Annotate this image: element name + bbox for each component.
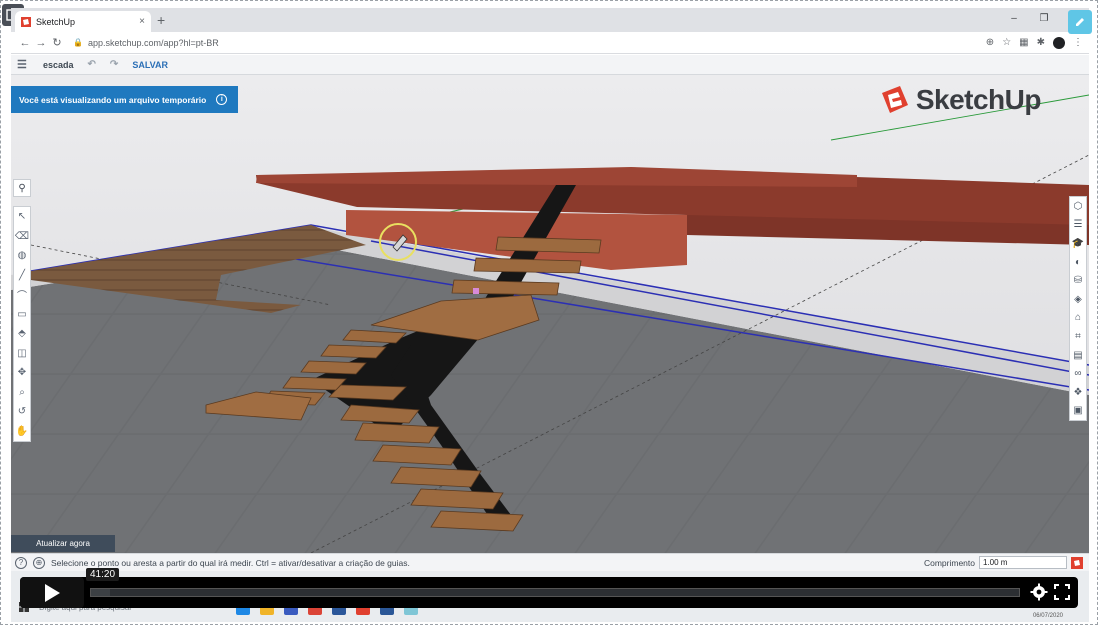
minimize-button[interactable]: – (999, 8, 1029, 32)
status-bar: ? ⊕ Selecione o ponto ou aresta a partir… (11, 553, 1089, 571)
arc-tool-icon[interactable]: ⌒ (14, 285, 30, 305)
entity-info-icon[interactable]: ⬡ (1070, 197, 1086, 216)
left-toolbar: ↖ ⌫ ◍ ╱ ⌒ ▭ ⬘ ◫ ✥ ⌕ ↺ ✋ (13, 206, 31, 442)
puzzle-icon[interactable]: ✱ (1037, 37, 1045, 48)
settings-gear-icon[interactable] (1030, 583, 1048, 601)
maximize-button[interactable]: ❐ (1029, 8, 1059, 32)
tab-bar: SketchUp × + – ❐ ✕ (11, 8, 1089, 32)
staircase-model[interactable] (11, 75, 1089, 553)
select-tool-icon[interactable]: ↖ (14, 207, 30, 227)
3d-viewport[interactable]: Você está visualizando um arquivo tempor… (11, 75, 1089, 553)
video-progress-bar[interactable] (90, 588, 1020, 597)
video-progress-fill (91, 589, 110, 596)
brand-name: SketchUp (915, 84, 1042, 115)
tape-measure-tool-icon[interactable]: ⌕ (14, 383, 30, 403)
back-icon[interactable]: ← (17, 37, 33, 49)
components-icon[interactable]: 🎓 (1070, 234, 1086, 253)
location-icon[interactable]: ⊕ (986, 37, 994, 48)
styles-icon[interactable]: ⛁ (1070, 271, 1086, 290)
eraser-tool-icon[interactable]: ⌫ (14, 227, 30, 247)
temporary-file-message: Você está visualizando um arquivo tempor… (19, 94, 207, 105)
instructor-icon[interactable]: ☰ (1070, 216, 1086, 235)
extension-icon[interactable]: ▦ (1019, 37, 1028, 48)
star-icon[interactable]: ☆ (1002, 37, 1011, 48)
pan-tool-icon[interactable]: ✋ (14, 422, 30, 442)
play-icon (45, 583, 60, 602)
update-now-button[interactable]: Atualizar agora (11, 535, 115, 552)
orbit-tool-icon[interactable]: ↺ (14, 402, 30, 422)
measurement-label: Comprimento (923, 557, 975, 568)
browser-actions: ⊕ ☆ ▦ ✱ ⋮ (986, 36, 1083, 49)
globe-icon[interactable]: ⊕ (33, 556, 45, 569)
tab-sketchup[interactable]: SketchUp × (15, 11, 151, 32)
push-pull-tool-icon[interactable]: ⬘ (14, 324, 30, 344)
sketchup-favicon-icon (21, 16, 31, 27)
info-icon[interactable]: i (216, 94, 228, 105)
address-bar[interactable]: 🔒 app.sketchup.com/app?hl=pt-BR (73, 38, 219, 48)
solid-inspector-icon[interactable]: ▣ (1070, 402, 1086, 421)
redo-icon[interactable]: ↷ (110, 59, 118, 70)
sketchup-logo-icon (881, 86, 908, 113)
tab-close-icon[interactable]: × (139, 16, 145, 27)
avatar[interactable] (1053, 36, 1065, 49)
glasses-icon[interactable]: ∞ (1070, 364, 1086, 383)
search-icon[interactable]: ⚲ (13, 179, 31, 197)
fullscreen-icon[interactable] (1054, 584, 1070, 600)
document-title[interactable]: escada (43, 60, 74, 70)
address-bar-row: ← → ↻ 🔒 app.sketchup.com/app?hl=pt-BR ⊕ … (11, 32, 1089, 54)
scenes-icon[interactable]: ⌂ (1070, 309, 1086, 328)
temporary-file-banner: Você está visualizando um arquivo tempor… (11, 86, 238, 113)
sketchup-brand: SketchUp (878, 83, 1042, 117)
sketchup-mini-logo-icon (1071, 556, 1083, 569)
tab-title: SketchUp (36, 16, 76, 27)
browser-window: SketchUp × + – ❐ ✕ ← → ↻ 🔒 app.sketchup.… (11, 8, 1089, 622)
play-button[interactable] (20, 577, 84, 608)
tags-icon[interactable]: ⌗ (1070, 327, 1086, 346)
line-tool-icon[interactable]: ╱ (14, 266, 30, 286)
hamburger-menu-icon[interactable]: ☰ (17, 58, 29, 71)
measurement-input[interactable]: 1.00 m (979, 556, 1067, 569)
url-text: app.sketchup.com/app?hl=pt-BR (87, 37, 219, 48)
move-tool-icon[interactable]: ✥ (14, 363, 30, 383)
outliner-icon[interactable]: ❖ (1070, 383, 1086, 402)
layers-icon[interactable]: ◈ (1070, 290, 1086, 309)
more-menu-icon[interactable]: ⋮ (1073, 37, 1083, 48)
offset-tool-icon[interactable]: ◫ (14, 344, 30, 364)
new-tab-button[interactable]: + (157, 12, 165, 28)
save-button[interactable]: SALVAR (132, 60, 168, 70)
rectangle-tool-icon[interactable]: ▭ (14, 305, 30, 325)
app-toolbar: ☰ escada ↶ ↷ SALVAR (11, 55, 1089, 75)
taskbar-date: 06/07/2020 (1032, 613, 1063, 619)
materials-icon[interactable]: ◐ (1070, 253, 1086, 272)
video-timecode: 41:20 (86, 568, 120, 581)
undo-icon[interactable]: ↶ (88, 59, 96, 70)
right-panel-toolbar: ⬡ ☰ 🎓 ◐ ⛁ ◈ ⌂ ⌗ ▤ ∞ ❖ ▣ (1069, 196, 1087, 422)
display-icon[interactable]: ▤ (1070, 346, 1086, 365)
video-player-controls (20, 577, 1078, 608)
paint-tool-icon[interactable]: ◍ (14, 246, 30, 266)
status-message: Selecione o ponto ou aresta a partir do … (51, 557, 410, 568)
sketchup-app: ☰ escada ↶ ↷ SALVAR Você está visualizan… (11, 55, 1089, 622)
reload-icon[interactable]: ↻ (49, 36, 65, 49)
forward-icon[interactable]: → (33, 37, 49, 49)
help-icon[interactable]: ? (15, 556, 27, 569)
lock-icon: 🔒 (73, 38, 83, 47)
pencil-icon[interactable] (1068, 10, 1092, 34)
